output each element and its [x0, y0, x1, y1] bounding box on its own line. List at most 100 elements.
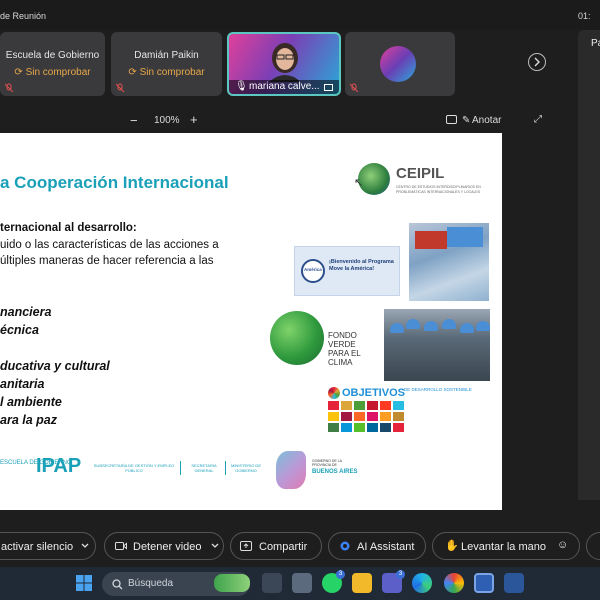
mic-muted-icon	[115, 83, 125, 93]
file-explorer-icon[interactable]	[352, 573, 372, 593]
unmute-button[interactable]: activar silencio	[0, 532, 96, 560]
sdg-goal-tile	[367, 412, 378, 421]
screen-share-icon	[324, 84, 333, 91]
chevron-down-icon[interactable]	[79, 541, 91, 551]
side-panel-title: Pa	[591, 38, 600, 49]
ministerio-label: MINISTERIO DE GOBIERNO	[230, 463, 261, 473]
chrome-browser-icon[interactable]	[444, 573, 464, 593]
participant-name: mariana calve...	[249, 81, 320, 92]
zoom-level: 100%	[154, 115, 180, 126]
participant-status: ⟳ Sin comprobar	[14, 67, 91, 78]
sdg-goal-tile	[380, 412, 391, 421]
helmet-shape	[406, 319, 420, 329]
slide-subtitle: ternacional al desarrollo:	[0, 222, 137, 234]
sdg-subtitle: DE DESARROLLO SOSTENIBLE	[404, 387, 472, 392]
helmet-shape	[476, 321, 490, 331]
title-bar	[0, 0, 600, 30]
calculator-icon[interactable]	[292, 573, 312, 593]
buenos-aires-map-logo	[276, 451, 306, 489]
secretaria-label: SECRETARÍA GENERAL	[191, 463, 217, 473]
helmet-shape	[442, 319, 456, 329]
sdg-goal-tile	[380, 401, 391, 410]
windows-start-icon[interactable]	[76, 575, 92, 591]
word-icon[interactable]	[504, 573, 524, 593]
sdg-goal-tile	[328, 412, 339, 421]
zoom-out-button[interactable]: −	[130, 113, 138, 128]
gobierno-provincia-label: GOBIERNO DE LA PROVINCIA DE	[312, 459, 342, 467]
ai-assistant-label: AI Assistant	[357, 541, 415, 553]
taskbar-search-placeholder: Búsqueda	[128, 578, 174, 589]
unmute-label: activar silencio	[1, 541, 74, 553]
flag-shape	[415, 231, 447, 249]
mic-muted-icon	[349, 83, 359, 93]
raise-hand-label: Levantar la mano	[461, 541, 546, 553]
webex-meeting-icon[interactable]	[474, 573, 494, 593]
next-participants-button[interactable]	[528, 53, 546, 71]
ai-assistant-icon	[340, 541, 350, 551]
participant-avatar-logo	[380, 46, 416, 82]
stop-video-button[interactable]: Detener video	[104, 532, 224, 560]
helmet-shape	[424, 321, 438, 331]
stop-video-label: Detener video	[133, 541, 202, 553]
sdg-goal-tile	[341, 423, 352, 432]
view-mode-icon[interactable]	[446, 115, 457, 124]
participant-video	[269, 43, 301, 82]
green-climate-fund-text: FONDO VERDE PARA EL CLIMA	[328, 331, 361, 367]
annotate-button[interactable]: Anotar	[472, 115, 501, 126]
slide-list-item: l ambiente	[0, 395, 62, 409]
participant-name: Escuela de Gobierno	[5, 50, 100, 61]
slide-list-item: nanciera	[0, 305, 52, 319]
divider	[180, 461, 181, 475]
participant-tile[interactable]: Damián Paikin ⟳ Sin comprobar	[111, 32, 222, 96]
share-label: Compartir	[259, 541, 308, 553]
participant-video-tile[interactable]: 🎙 mariana calve...	[227, 32, 341, 96]
buenos-aires-label: BUENOS AIRES	[312, 469, 358, 475]
sdg-goal-tile	[393, 423, 404, 432]
america-program-image: América ¡Bienvenido al Programa Move la …	[294, 246, 400, 296]
sdg-goal-tile	[328, 423, 339, 432]
ceipil-subtitle: CENTRO DE ESTUDIOS INTERDISCIPLINARIOS E…	[396, 185, 481, 194]
search-icon	[112, 579, 123, 590]
more-button[interactable]	[586, 532, 600, 560]
fullscreen-icon[interactable]: ⤢	[534, 114, 542, 125]
notification-badge: 3	[396, 570, 405, 579]
edge-browser-icon[interactable]	[412, 573, 432, 593]
ai-assistant-button[interactable]: AI Assistant	[328, 532, 426, 560]
flag-shape	[447, 227, 483, 247]
sdg-goal-tile	[367, 423, 378, 432]
slide-title: a Cooperación Internacional	[0, 173, 229, 192]
chevron-right-icon	[534, 57, 540, 67]
share-screen-icon	[240, 541, 252, 551]
sdg-goal-tile	[393, 412, 404, 421]
search-highlight-image	[214, 574, 250, 592]
cooperation-boxes-photo	[409, 223, 489, 301]
hand-icon: ✋	[445, 540, 459, 552]
sdg-goal-tile	[354, 423, 365, 432]
raise-hand-button[interactable]: ✋ Levantar la mano ☺	[432, 532, 580, 560]
sdg-goal-tile	[354, 412, 365, 421]
subsecretaria-label: SUBSECRETARÍA DE GESTIÓN Y EMPLEO PÚBLIC…	[93, 463, 175, 473]
sdg-goal-tile	[341, 412, 352, 421]
share-button[interactable]: Compartir	[230, 532, 322, 560]
chevron-down-icon[interactable]	[209, 541, 221, 551]
pen-icon[interactable]: ✎	[462, 115, 470, 126]
slide-body-line: uido o las características de las accion…	[0, 239, 219, 251]
slide-list-item: ducativa y cultural	[0, 359, 110, 373]
shared-slide: a Cooperación Internacional ternacional …	[0, 133, 502, 510]
meeting-timer: 01:	[578, 11, 591, 21]
participant-tile[interactable]: Escuela de Gobierno ⟳ Sin comprobar	[0, 32, 105, 96]
ceipil-logo-text: CEIPIL	[396, 165, 445, 182]
participant-status: ⟳ Sin comprobar	[128, 67, 205, 78]
reaction-icon[interactable]: ☺	[557, 539, 569, 551]
green-climate-fund-logo	[270, 311, 324, 365]
zoom-in-button[interactable]: +	[190, 112, 198, 127]
america-logo: América	[301, 259, 325, 283]
task-view-icon[interactable]	[262, 573, 282, 593]
slide-list-item: ara la paz	[0, 413, 57, 427]
sdg-goal-tile	[393, 401, 404, 410]
slide-body-line: últiples maneras de hacer referencia a l…	[0, 255, 214, 267]
peacekeepers-photo	[384, 309, 490, 381]
side-panel[interactable]	[578, 30, 600, 500]
sdg-goal-tile	[328, 401, 339, 410]
ipap-logo: IPAP	[36, 455, 82, 477]
